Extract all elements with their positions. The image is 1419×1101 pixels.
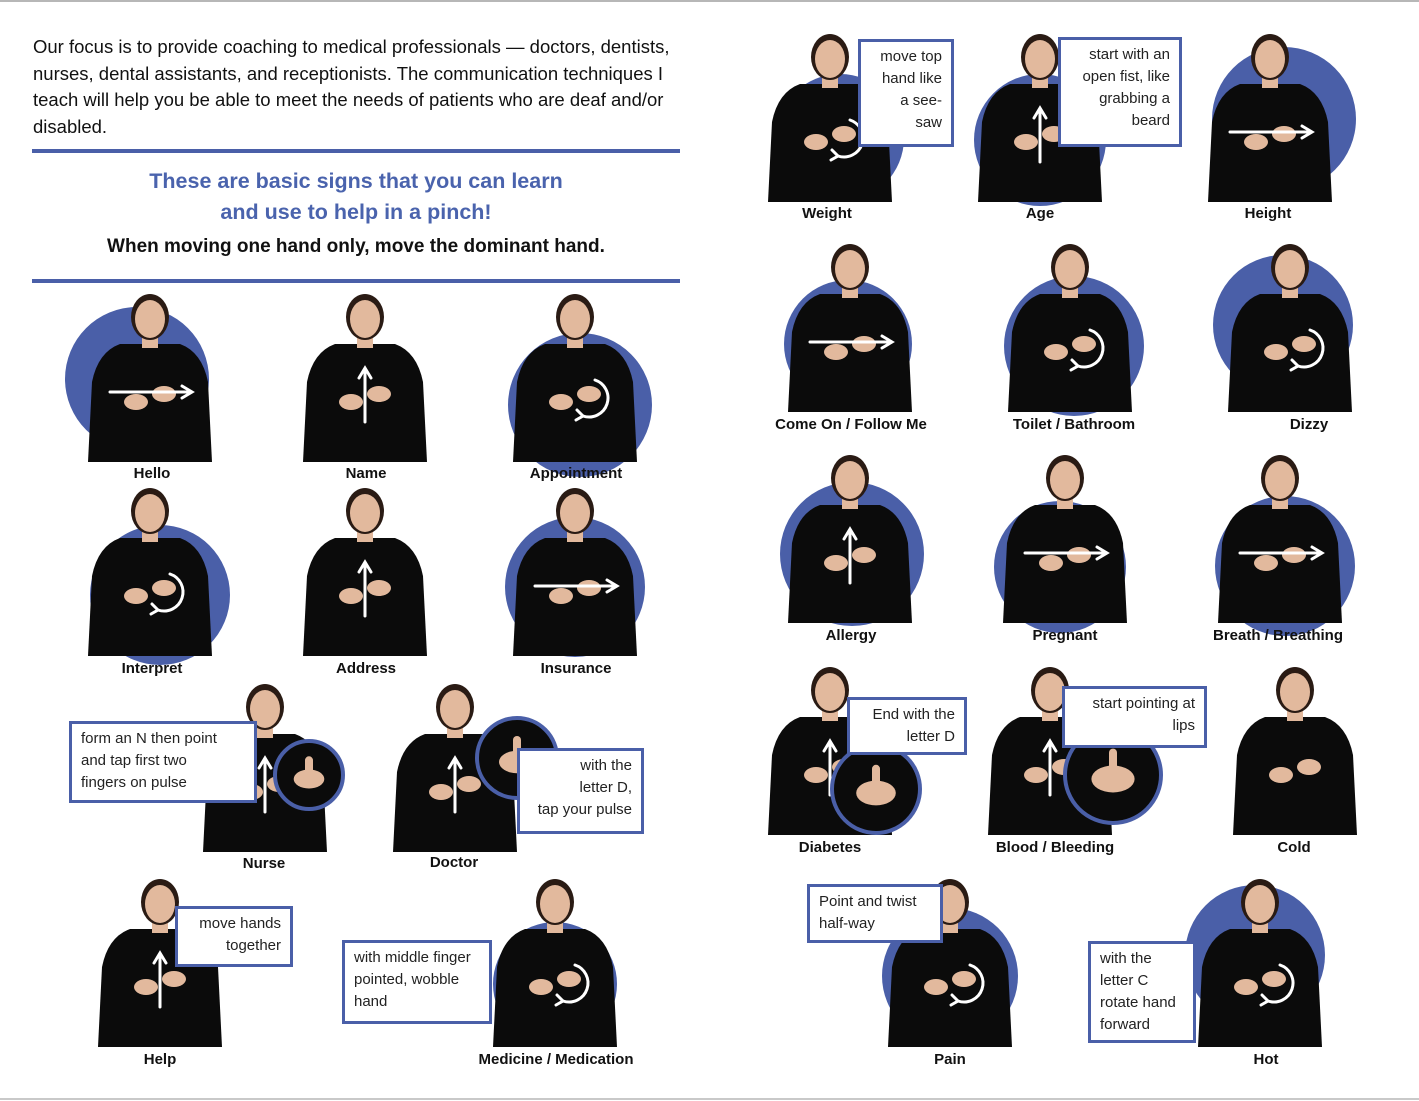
label-hello: Hello — [133, 465, 171, 482]
label-pregnant: Pregnant — [1032, 627, 1098, 644]
note-line: move hands — [199, 915, 281, 932]
note-line: with middle finger — [354, 949, 471, 966]
note-line: hand like — [881, 70, 942, 87]
note-blood: start pointing at lips — [1062, 686, 1207, 748]
bottom-border — [0, 1098, 1419, 1100]
note-line: open fist, like — [1082, 68, 1170, 85]
label-help: Help — [143, 1051, 177, 1068]
note-weight: move top hand like a see- saw — [858, 39, 954, 147]
note-line: a see- — [900, 92, 942, 109]
note-line: half-way — [819, 915, 875, 932]
note-age: start with an open fist, like grabbing a… — [1058, 37, 1182, 147]
label-breath: Breath / Breathing — [1212, 627, 1344, 644]
label-dizzy: Dizzy — [1289, 416, 1329, 433]
label-allergy: Allergy — [825, 627, 877, 644]
label-come-on: Come On / Follow Me — [775, 416, 927, 433]
note-line: hand — [354, 993, 388, 1010]
label-nurse: Nurse — [242, 855, 286, 872]
note-line: move top — [880, 48, 942, 65]
note-diabetes: End with the letter D — [847, 697, 967, 755]
label-cold: Cold — [1277, 839, 1311, 856]
note-line: fingers on pulse — [81, 774, 187, 791]
label-age: Age — [1025, 205, 1055, 222]
note-line: letter C — [1100, 972, 1149, 989]
note-line: lips — [1172, 717, 1195, 734]
note-line: with the — [1100, 950, 1152, 967]
label-diabetes: Diabetes — [798, 839, 862, 856]
note-line: forward — [1100, 1016, 1151, 1033]
note-line: start with an — [1089, 46, 1170, 63]
note-line: start pointing at — [1092, 695, 1195, 712]
label-weight: Weight — [802, 205, 852, 222]
note-line: and tap first two — [81, 752, 187, 769]
note-line: with the — [580, 757, 632, 774]
label-blood: Blood / Bleeding — [995, 839, 1115, 856]
label-medicine: Medicine / Medication — [478, 1051, 634, 1068]
note-line: form an N then point — [81, 730, 217, 747]
note-pain: Point and twist half-way — [807, 884, 943, 943]
label-doctor: Doctor — [429, 854, 479, 871]
note-line: Point and twist — [819, 893, 917, 910]
note-line: together — [225, 937, 281, 954]
label-hot: Hot — [1253, 1051, 1279, 1068]
note-line: saw — [915, 114, 942, 131]
note-hot: with the letter C rotate hand forward — [1088, 941, 1196, 1043]
note-line: letter D — [906, 728, 955, 745]
note-line: letter D, — [579, 779, 632, 796]
label-pain: Pain — [934, 1051, 966, 1068]
note-line: End with the — [872, 706, 955, 723]
label-name: Name — [345, 465, 387, 482]
note-line: pointed, wobble — [354, 971, 460, 988]
note-line: rotate hand — [1100, 994, 1176, 1011]
note-medicine: with middle finger pointed, wobble hand — [342, 940, 492, 1024]
label-toilet: Toilet / Bathroom — [1012, 416, 1136, 433]
label-address: Address — [335, 660, 397, 677]
label-height: Height — [1244, 205, 1292, 222]
label-insurance: Insurance — [540, 660, 612, 677]
label-interpret: Interpret — [121, 660, 183, 677]
note-nurse: form an N then point and tap first two f… — [69, 721, 257, 803]
note-line: beard — [1131, 112, 1170, 129]
note-line: tap your pulse — [537, 801, 632, 818]
note-help: move hands together — [175, 906, 293, 967]
note-line: grabbing a — [1099, 90, 1170, 107]
note-doctor: with the letter D, tap your pulse — [517, 748, 644, 834]
label-appointment: Appointment — [529, 465, 623, 482]
